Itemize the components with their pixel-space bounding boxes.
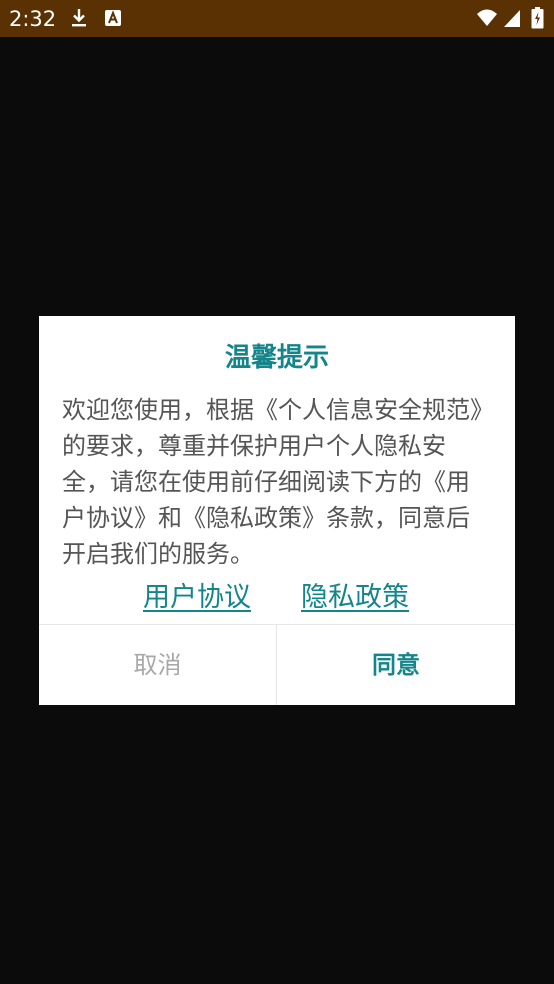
wifi-icon bbox=[477, 9, 497, 26]
agree-button[interactable]: 同意 bbox=[277, 625, 515, 705]
signal-icon bbox=[504, 10, 520, 27]
user-agreement-link[interactable]: 用户协议 bbox=[143, 581, 251, 615]
status-time: 2:32 bbox=[9, 7, 57, 31]
download-icon bbox=[72, 9, 86, 27]
dialog-title: 温馨提示 bbox=[224, 343, 329, 373]
cancel-button[interactable]: 取消 bbox=[39, 625, 276, 705]
status-bar: 2:32 bbox=[0, 0, 554, 37]
privacy-policy-link[interactable]: 隐私政策 bbox=[301, 581, 409, 615]
dialog-message: 欢迎您使用，根据《个人信息安全规范》的要求，尊重并保护用户个人隐私安全，请您在使… bbox=[62, 396, 482, 568]
a-notification-icon bbox=[105, 10, 121, 26]
battery-icon bbox=[531, 7, 544, 29]
